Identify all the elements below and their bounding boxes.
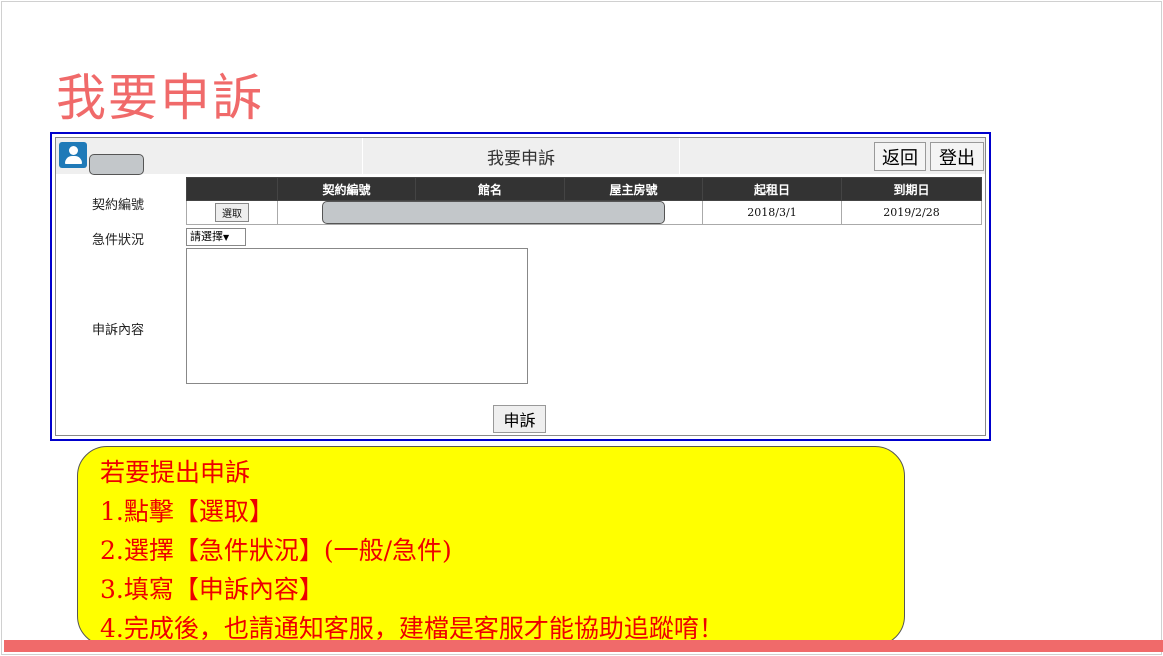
table-header-row: 契約編號 館名 屋主房號 起租日 到期日: [186, 177, 982, 201]
callout-line: 若要提出申訴: [100, 458, 251, 487]
page-title: 我要申訴: [362, 138, 680, 174]
slide: 我要申訴 我要申訴 返回 登出 契約編號 急件狀況 申訴內容 契約編號 館名 屋…: [1, 1, 1163, 655]
user-avatar-icon[interactable]: [59, 142, 87, 168]
column-header: 起租日: [702, 177, 842, 201]
urgency-select[interactable]: 請選擇▼: [186, 228, 246, 246]
column-header: 屋主房號: [564, 177, 703, 201]
contract-no-label: 契約編號: [92, 198, 145, 213]
callout-line: 1.點擊【選取】: [100, 497, 274, 526]
callout-line: 2.選擇【急件狀況】(一般/急件): [100, 536, 452, 565]
start-date-cell: 2018/3/1: [702, 200, 842, 225]
end-date-cell: 2019/2/28: [841, 200, 982, 225]
urgency-select-value: 請選擇: [190, 230, 223, 243]
back-button[interactable]: 返回: [874, 142, 926, 171]
bottom-accent-bar: [4, 640, 1163, 652]
complaint-window: 我要申訴 返回 登出 契約編號 急件狀況 申訴內容 契約編號 館名 屋主房號 起…: [50, 132, 991, 441]
app-header: 我要申訴 返回 登出: [56, 138, 985, 175]
complaint-form: 我要申訴 返回 登出 契約編號 急件狀況 申訴內容 契約編號 館名 屋主房號 起…: [55, 137, 986, 436]
submit-complaint-button[interactable]: 申訴: [493, 405, 546, 433]
contract-info-redacted: [322, 201, 665, 224]
complaint-content-label: 申訴內容: [92, 323, 145, 338]
callout-line: 3.填寫【申訴內容】: [100, 575, 324, 604]
column-header: [186, 177, 278, 201]
username-redacted: [89, 154, 144, 175]
instruction-callout: 若要提出申訴 1.點擊【選取】 2.選擇【急件狀況】(一般/急件) 3.填寫【申…: [77, 446, 905, 646]
select-cell: 選取: [186, 200, 278, 225]
select-button[interactable]: 選取: [215, 203, 249, 222]
dropdown-arrow-icon: ▼: [223, 233, 230, 242]
logout-button[interactable]: 登出: [930, 142, 984, 171]
urgency-label: 急件狀況: [92, 233, 145, 248]
column-header: 契約編號: [277, 177, 416, 201]
column-header: 到期日: [841, 177, 982, 201]
slide-title: 我要申訴: [56, 69, 264, 127]
column-header: 館名: [415, 177, 565, 201]
complaint-content-textarea[interactable]: [186, 248, 528, 384]
